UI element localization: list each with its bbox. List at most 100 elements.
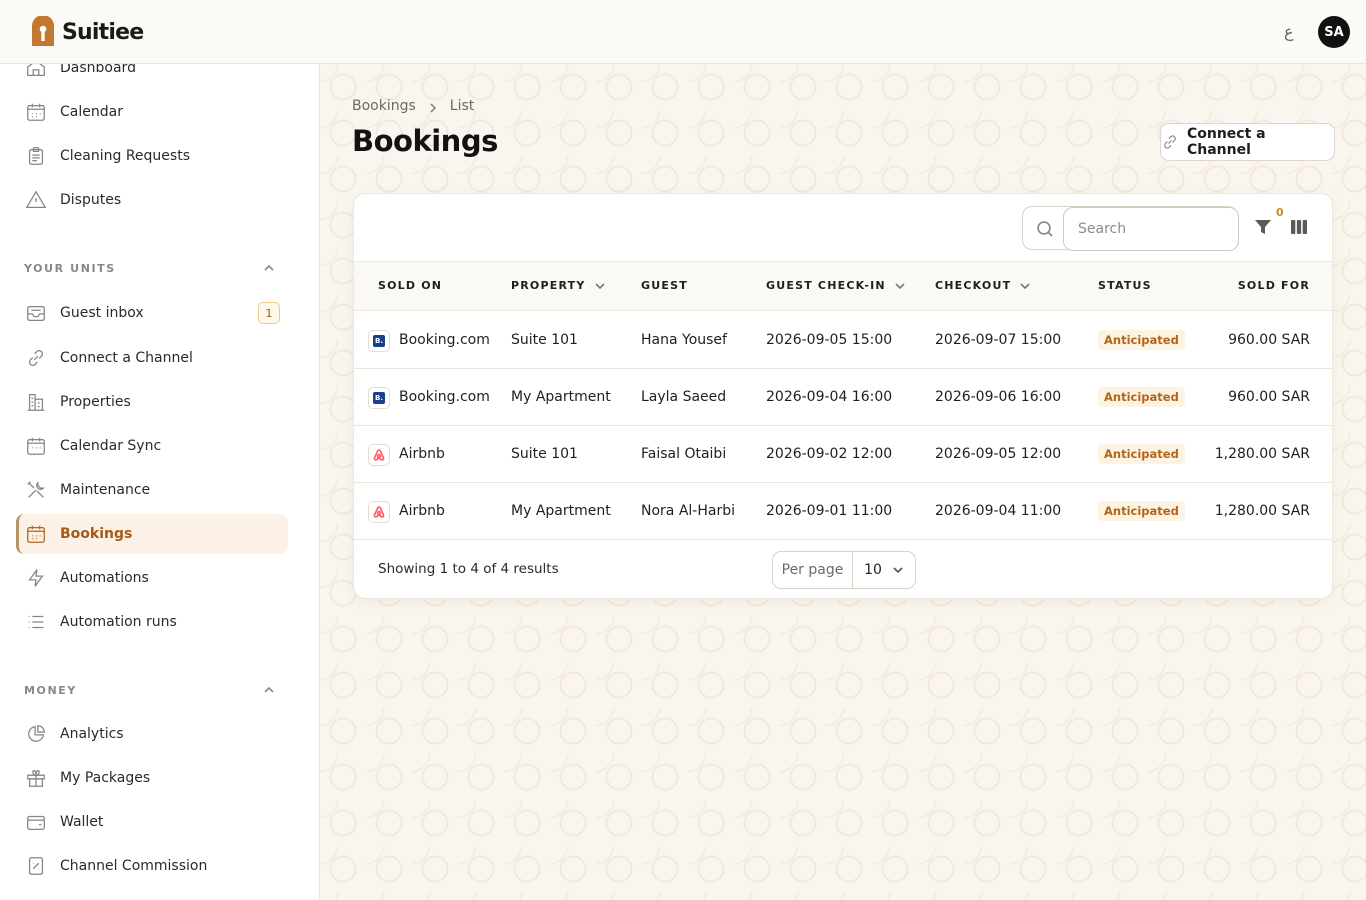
sidebar-item-guest-inbox[interactable]: Guest inbox 1 [16, 293, 288, 333]
sidebar-item-bookings[interactable]: Bookings [16, 514, 288, 554]
sidebar-item-automations[interactable]: Automations [16, 558, 288, 598]
sidebar-item-disputes[interactable]: Disputes [16, 180, 288, 220]
cell-check-in: 2026-09-04 16:00 [766, 389, 893, 405]
table-row[interactable]: B. Booking.com Suite 101 Hana Yousef 202… [354, 312, 1332, 369]
sidebar-item-label: Disputes [60, 192, 122, 208]
columns-icon[interactable] [1290, 218, 1310, 238]
cell-check-in: 2026-09-01 11:00 [766, 503, 893, 519]
sidebar-item-label: Calendar Sync [60, 438, 162, 454]
sidebar-item-properties[interactable]: Properties [16, 382, 288, 422]
cell-property: My Apartment [511, 503, 611, 519]
search-box [1022, 206, 1239, 251]
airbnb-icon [368, 501, 390, 523]
cell-guest: Hana Yousef [641, 332, 727, 348]
per-page-label: Per page [773, 552, 853, 588]
airbnb-icon [368, 444, 390, 466]
logo-mark-icon [32, 16, 54, 46]
table-toolbar: 0 [354, 194, 1332, 262]
sidebar-item-label: Cleaning Requests [60, 148, 190, 164]
sidebar-item-cleaning-requests[interactable]: Cleaning Requests [16, 136, 288, 176]
sidebar-item-label: Dashboard [60, 64, 136, 76]
cell-checkout: 2026-09-07 15:00 [935, 332, 1062, 348]
column-header-sold-for[interactable]: SOLD FOR [1238, 279, 1310, 292]
language-toggle[interactable]: ع [1284, 22, 1294, 41]
clipboard-icon [24, 144, 48, 168]
calendar-sync-icon [24, 434, 48, 458]
sidebar-item-connect-channel[interactable]: Connect a Channel [16, 338, 288, 378]
breadcrumb-root[interactable]: Bookings [352, 98, 416, 114]
cell-checkout: 2026-09-05 12:00 [935, 446, 1062, 462]
column-header-checkout[interactable]: CHECKOUT [935, 279, 1031, 292]
cell-channel: Booking.com [399, 389, 490, 405]
chevron-down-icon [895, 282, 905, 289]
column-header-property[interactable]: PROPERTY [511, 279, 606, 292]
booking-com-icon: B. [368, 330, 390, 352]
sidebar-item-dashboard[interactable]: Dashboard [16, 64, 288, 88]
booking-com-icon: B. [368, 387, 390, 409]
user-avatar[interactable]: SA [1318, 16, 1350, 48]
sidebar-item-label: Maintenance [60, 482, 151, 498]
per-page-value: 10 [864, 562, 882, 578]
cell-property: Suite 101 [511, 332, 578, 348]
cell-check-in: 2026-09-05 15:00 [766, 332, 893, 348]
cell-guest: Layla Saeed [641, 389, 727, 405]
sidebar-item-wallet[interactable]: Wallet [16, 802, 288, 842]
per-page-select[interactable]: 10 [853, 552, 915, 588]
connect-channel-button[interactable]: Connect a Channel [1160, 123, 1335, 161]
list-icon [24, 610, 48, 634]
pagination-summary: Showing 1 to 4 of 4 results [378, 561, 559, 577]
chevron-up-icon[interactable] [262, 260, 276, 274]
sidebar-item-label: Automation runs [60, 614, 177, 630]
sidebar-item-label: Properties [60, 394, 131, 410]
sidebar-item-my-packages[interactable]: My Packages [16, 758, 288, 798]
sidebar-item-analytics[interactable]: Analytics [16, 714, 288, 754]
status-badge: Anticipated [1098, 444, 1185, 464]
per-page-control: Per page 10 [772, 551, 916, 589]
sidebar-item-label: Wallet [60, 814, 104, 830]
sidebar-item-automation-runs[interactable]: Automation runs [16, 602, 288, 642]
cell-checkout: 2026-09-06 16:00 [935, 389, 1062, 405]
connect-channel-label: Connect a Channel [1186, 126, 1266, 158]
cell-guest: Faisal Otaibi [641, 446, 727, 462]
section-title-money: MONEY [24, 684, 77, 697]
sidebar-item-label: Guest inbox [60, 305, 144, 321]
sidebar: Dashboard Calendar Cleaning Requests Dis… [0, 64, 320, 900]
filter-count-badge: 0 [1276, 206, 1284, 219]
cell-channel: Airbnb [399, 446, 445, 462]
table-header: SOLD ON PROPERTY GUEST GUEST CHECK-IN CH… [354, 262, 1332, 311]
column-header-sold-on[interactable]: SOLD ON [378, 279, 442, 292]
table-row[interactable]: Airbnb My Apartment Nora Al-Harbi 2026-0… [354, 483, 1332, 540]
sidebar-item-calendar[interactable]: Calendar [16, 92, 288, 132]
main-content: Bookings List Bookings Connect a Channel… [320, 64, 1366, 900]
sidebar-item-calendar-sync[interactable]: Calendar Sync [16, 426, 288, 466]
chevron-down-icon [594, 282, 605, 289]
column-header-check-in[interactable]: GUEST CHECK-IN [766, 279, 906, 292]
calendar-icon [24, 100, 48, 124]
column-header-status[interactable]: STATUS [1098, 279, 1152, 292]
column-header-guest[interactable]: GUEST [641, 279, 688, 292]
cell-checkout: 2026-09-04 11:00 [935, 503, 1062, 519]
link-icon [1164, 135, 1176, 149]
inbox-icon [24, 301, 48, 325]
search-input[interactable] [1063, 207, 1239, 251]
status-badge: Anticipated [1098, 501, 1185, 521]
page-title: Bookings [352, 124, 498, 158]
wallet-icon [24, 810, 48, 834]
cell-amount: 960.00 SAR [1228, 332, 1310, 348]
sidebar-item-channel-commission[interactable]: Channel Commission [16, 846, 288, 886]
sidebar-item-label: Connect a Channel [60, 350, 193, 366]
cell-property: My Apartment [511, 389, 611, 405]
pie-chart-icon [24, 722, 48, 746]
building-icon [24, 390, 48, 414]
app-logo[interactable]: Suitiee [30, 16, 144, 48]
filter-icon[interactable] [1254, 218, 1274, 238]
sidebar-item-maintenance[interactable]: Maintenance [16, 470, 288, 510]
sidebar-item-label: Channel Commission [60, 858, 208, 874]
cell-amount: 1,280.00 SAR [1214, 446, 1310, 462]
table-row[interactable]: B. Booking.com My Apartment Layla Saeed … [354, 369, 1332, 426]
table-row[interactable]: Airbnb Suite 101 Faisal Otaibi 2026-09-0… [354, 426, 1332, 483]
chevron-up-icon[interactable] [262, 682, 276, 696]
breadcrumb-current: List [449, 98, 475, 114]
cell-channel: Booking.com [399, 332, 490, 348]
sidebar-item-label: Calendar [60, 104, 123, 120]
